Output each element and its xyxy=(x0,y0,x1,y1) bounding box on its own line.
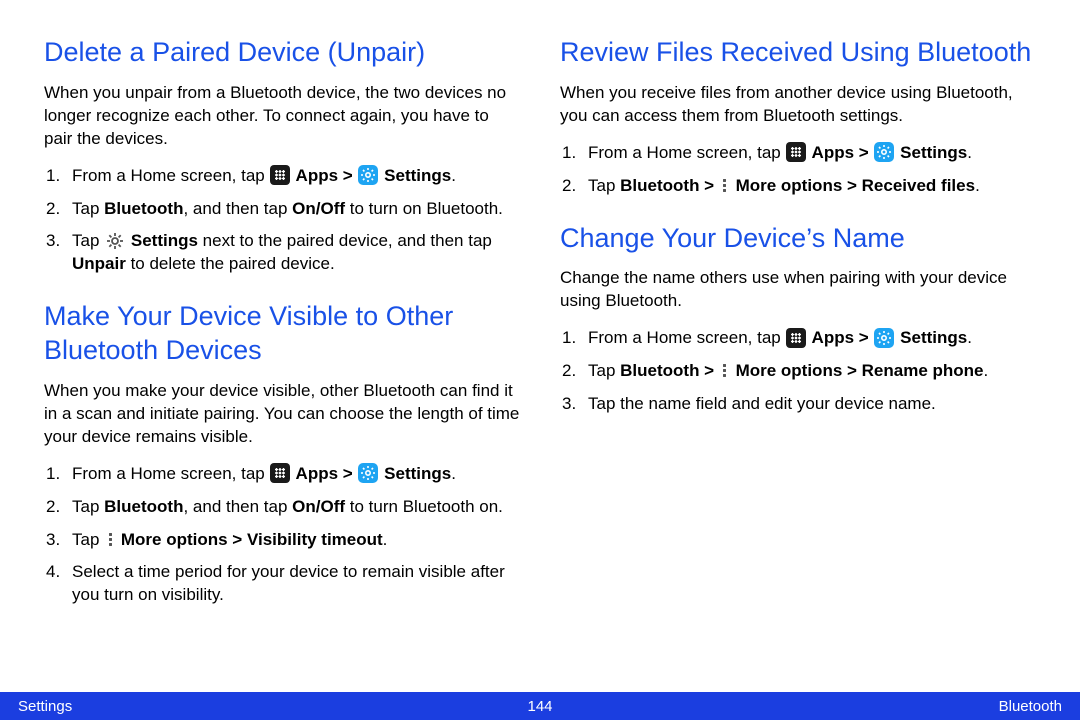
text-bold: On/Off xyxy=(292,199,345,218)
text-bold: Unpair xyxy=(72,254,126,273)
steps-unpair: From a Home screen, tap Apps > Settings.… xyxy=(44,165,520,277)
apps-icon xyxy=(270,165,290,185)
right-column: Review Files Received Using Bluetooth Wh… xyxy=(560,36,1036,680)
intro-visible: When you make your device visible, other… xyxy=(44,380,520,449)
heading-review-files: Review Files Received Using Bluetooth xyxy=(560,36,1036,70)
text: Tap xyxy=(588,361,620,380)
steps-visible: From a Home screen, tap Apps > Settings.… xyxy=(44,463,520,608)
more-options-icon xyxy=(719,362,731,379)
text: to turn Bluetooth on. xyxy=(345,497,503,516)
apps-icon xyxy=(786,142,806,162)
intro-change-name: Change the name others use when pairing … xyxy=(560,267,1036,313)
text-bold: More options > Received files xyxy=(731,176,975,195)
list-item: From a Home screen, tap Apps > Settings. xyxy=(560,142,1036,165)
text: , and then tap xyxy=(183,199,292,218)
text: From a Home screen, tap xyxy=(588,328,785,347)
text: . xyxy=(967,143,972,162)
intro-review-files: When you receive files from another devi… xyxy=(560,82,1036,128)
apps-icon xyxy=(786,328,806,348)
text-bold: Apps > xyxy=(807,328,873,347)
text-bold: Settings xyxy=(126,231,198,250)
steps-change-name: From a Home screen, tap Apps > Settings.… xyxy=(560,327,1036,416)
footer-left: Settings xyxy=(18,698,72,715)
text: From a Home screen, tap xyxy=(72,166,269,185)
text-bold: Bluetooth xyxy=(104,497,183,516)
text-bold: Settings xyxy=(895,328,967,347)
heading-visible: Make Your Device Visible to Other Blueto… xyxy=(44,300,520,368)
text-bold: Apps > xyxy=(291,166,357,185)
list-item: From a Home screen, tap Apps > Settings. xyxy=(560,327,1036,350)
settings-icon xyxy=(874,142,894,162)
text-bold: On/Off xyxy=(292,497,345,516)
text: . xyxy=(984,361,989,380)
heading-unpair: Delete a Paired Device (Unpair) xyxy=(44,36,520,70)
text: . xyxy=(451,166,456,185)
text-bold: Bluetooth > xyxy=(620,176,719,195)
text: to delete the paired device. xyxy=(126,254,335,273)
footer-page-number: 144 xyxy=(527,698,552,715)
text: From a Home screen, tap xyxy=(588,143,785,162)
list-item: Select a time period for your device to … xyxy=(44,561,520,607)
footer-right: Bluetooth xyxy=(999,698,1062,715)
more-options-icon xyxy=(104,531,116,548)
text: Tap xyxy=(72,497,104,516)
text: next to the paired device, and then tap xyxy=(198,231,492,250)
text-bold: Settings xyxy=(379,464,451,483)
text-bold: Settings xyxy=(379,166,451,185)
text: Tap xyxy=(72,231,104,250)
page-footer: Settings 144 Bluetooth xyxy=(0,692,1080,720)
text-bold: Apps > xyxy=(807,143,873,162)
list-item: Tap Settings next to the paired device, … xyxy=(44,230,520,276)
intro-unpair: When you unpair from a Bluetooth device,… xyxy=(44,82,520,151)
text-bold: Settings xyxy=(895,143,967,162)
list-item: Tap More options > Visibility timeout. xyxy=(44,529,520,552)
more-options-icon xyxy=(719,177,731,194)
page-body: Delete a Paired Device (Unpair) When you… xyxy=(0,0,1080,680)
gear-icon xyxy=(105,231,125,251)
steps-review-files: From a Home screen, tap Apps > Settings.… xyxy=(560,142,1036,198)
list-item: Tap the name field and edit your device … xyxy=(560,393,1036,416)
text-bold: Bluetooth > xyxy=(620,361,719,380)
text-bold: More options > Rename phone xyxy=(731,361,984,380)
text: From a Home screen, tap xyxy=(72,464,269,483)
text: , and then tap xyxy=(183,497,292,516)
list-item: Tap Bluetooth, and then tap On/Off to tu… xyxy=(44,496,520,519)
apps-icon xyxy=(270,463,290,483)
text: to turn on Bluetooth. xyxy=(345,199,503,218)
text: Tap xyxy=(72,530,104,549)
text: . xyxy=(451,464,456,483)
heading-change-name: Change Your Device’s Name xyxy=(560,222,1036,256)
left-column: Delete a Paired Device (Unpair) When you… xyxy=(44,36,520,680)
text: . xyxy=(383,530,388,549)
text-bold: More options > Visibility timeout xyxy=(116,530,383,549)
text: . xyxy=(975,176,980,195)
list-item: From a Home screen, tap Apps > Settings. xyxy=(44,463,520,486)
text: Tap xyxy=(588,176,620,195)
settings-icon xyxy=(874,328,894,348)
list-item: Tap Bluetooth > More options > Rename ph… xyxy=(560,360,1036,383)
text: . xyxy=(967,328,972,347)
settings-icon xyxy=(358,165,378,185)
text-bold: Apps > xyxy=(291,464,357,483)
text: Tap xyxy=(72,199,104,218)
text-bold: Bluetooth xyxy=(104,199,183,218)
list-item: From a Home screen, tap Apps > Settings. xyxy=(44,165,520,188)
list-item: Tap Bluetooth > More options > Received … xyxy=(560,175,1036,198)
list-item: Tap Bluetooth, and then tap On/Off to tu… xyxy=(44,198,520,221)
settings-icon xyxy=(358,463,378,483)
